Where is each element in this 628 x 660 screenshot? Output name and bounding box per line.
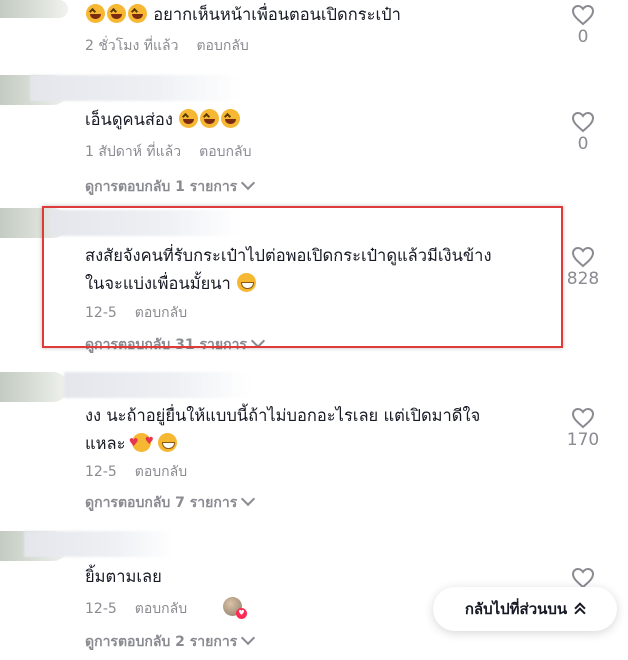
comment-body: อยากเห็นหน้าเพื่อนตอนเปิดกระเป๋า — [153, 5, 401, 24]
chevron-down-icon — [241, 491, 256, 507]
back-to-top-label: กลับไปที่ส่วนบน — [464, 600, 568, 618]
view-replies-button[interactable]: ดูการตอบกลับ 2 รายการ — [85, 630, 256, 653]
reply-button[interactable]: ตอบกลับ — [135, 464, 187, 480]
heart-icon[interactable] — [571, 567, 595, 589]
comment-body-line: งง นะถ้าอยู่ยื่นให้แบบนี้ถ้าไม่บอกอะไรเล… — [85, 406, 481, 425]
like-column: 0 — [558, 4, 608, 47]
comment-time: 2 ชั่วโมง ที่แล้ว — [85, 38, 179, 54]
view-replies-button[interactable]: ดูการตอบกลับ 7 รายการ — [85, 491, 256, 514]
view-replies-label: ดูการตอบกลับ 7 รายการ — [85, 495, 238, 511]
laughing-emoji-icon — [200, 109, 220, 128]
chevron-down-icon — [241, 630, 256, 646]
heart-icon[interactable] — [571, 4, 595, 26]
heart-icon[interactable] — [571, 246, 595, 268]
laughing-emoji-icon — [221, 109, 241, 128]
comment-meta: 12-5 ตอบกลับ — [85, 598, 187, 620]
comment-body: เอ็นดูคนส่อง — [85, 110, 173, 129]
laughing-emoji-icon — [128, 4, 147, 23]
laughing-emoji-icon — [86, 4, 105, 23]
comment-text: อยากเห็นหน้าเพื่อนตอนเปิดกระเป๋า — [85, 1, 555, 29]
like-count: 828 — [566, 269, 600, 289]
like-column — [558, 567, 608, 589]
username-redacted — [24, 531, 174, 557]
grinning-emoji-icon — [158, 433, 177, 452]
avatar[interactable] — [0, 0, 68, 18]
reply-button[interactable]: ตอบกลับ — [135, 601, 187, 617]
comment-text: งง นะถ้าอยู่ยื่นให้แบบนี้ถ้าไม่บอกอะไรเล… — [85, 402, 555, 458]
like-count: 0 — [577, 27, 589, 47]
reply-button[interactable]: ตอบกลับ — [196, 38, 248, 54]
highlight-annotation — [42, 206, 563, 348]
heart-icon[interactable] — [571, 111, 595, 133]
heart-icon[interactable] — [571, 407, 595, 429]
comment-text: เอ็นดูคนส่อง — [85, 106, 555, 134]
view-replies-label: ดูการตอบกลับ 1 รายการ — [85, 179, 238, 195]
smiling-hearts-emoji-icon — [129, 428, 154, 457]
comment-time: 12-5 — [85, 464, 117, 480]
laughing-emoji-icon — [107, 4, 126, 23]
comment-meta: 12-5 ตอบกลับ — [85, 461, 187, 483]
comment-meta: 1 สัปดาห์ ที่แล้ว ตอบกลับ — [85, 141, 251, 163]
reply-button[interactable]: ตอบกลับ — [199, 144, 251, 160]
laughing-emoji-icon — [179, 109, 199, 128]
chevron-down-icon — [241, 175, 256, 191]
like-count: 170 — [566, 430, 600, 450]
like-count: 0 — [577, 134, 589, 154]
comment-body: ยิ้มตามเลย — [85, 567, 162, 586]
creator-liked-heart-icon: ♥ — [236, 608, 247, 619]
view-replies-button[interactable]: ดูการตอบกลับ 1 รายการ — [85, 175, 256, 198]
comment-body: แหละ — [85, 434, 126, 453]
username-redacted — [64, 372, 250, 398]
like-column: 0 — [558, 111, 608, 154]
avatar[interactable] — [0, 372, 68, 402]
view-replies-label: ดูการตอบกลับ 2 รายการ — [85, 634, 238, 650]
like-column: 170 — [558, 407, 608, 450]
comment-time: 12-5 — [85, 601, 117, 617]
comment-time: 1 สัปดาห์ ที่แล้ว — [85, 144, 182, 160]
back-to-top-button[interactable]: กลับไปที่ส่วนบน — [433, 587, 617, 631]
double-chevron-up-icon — [575, 603, 585, 615]
like-column: 828 — [558, 246, 608, 289]
comment-meta: 2 ชั่วโมง ที่แล้ว ตอบกลับ — [85, 35, 249, 57]
username-redacted — [30, 75, 240, 101]
comment-body-line: แหละ — [85, 428, 555, 458]
